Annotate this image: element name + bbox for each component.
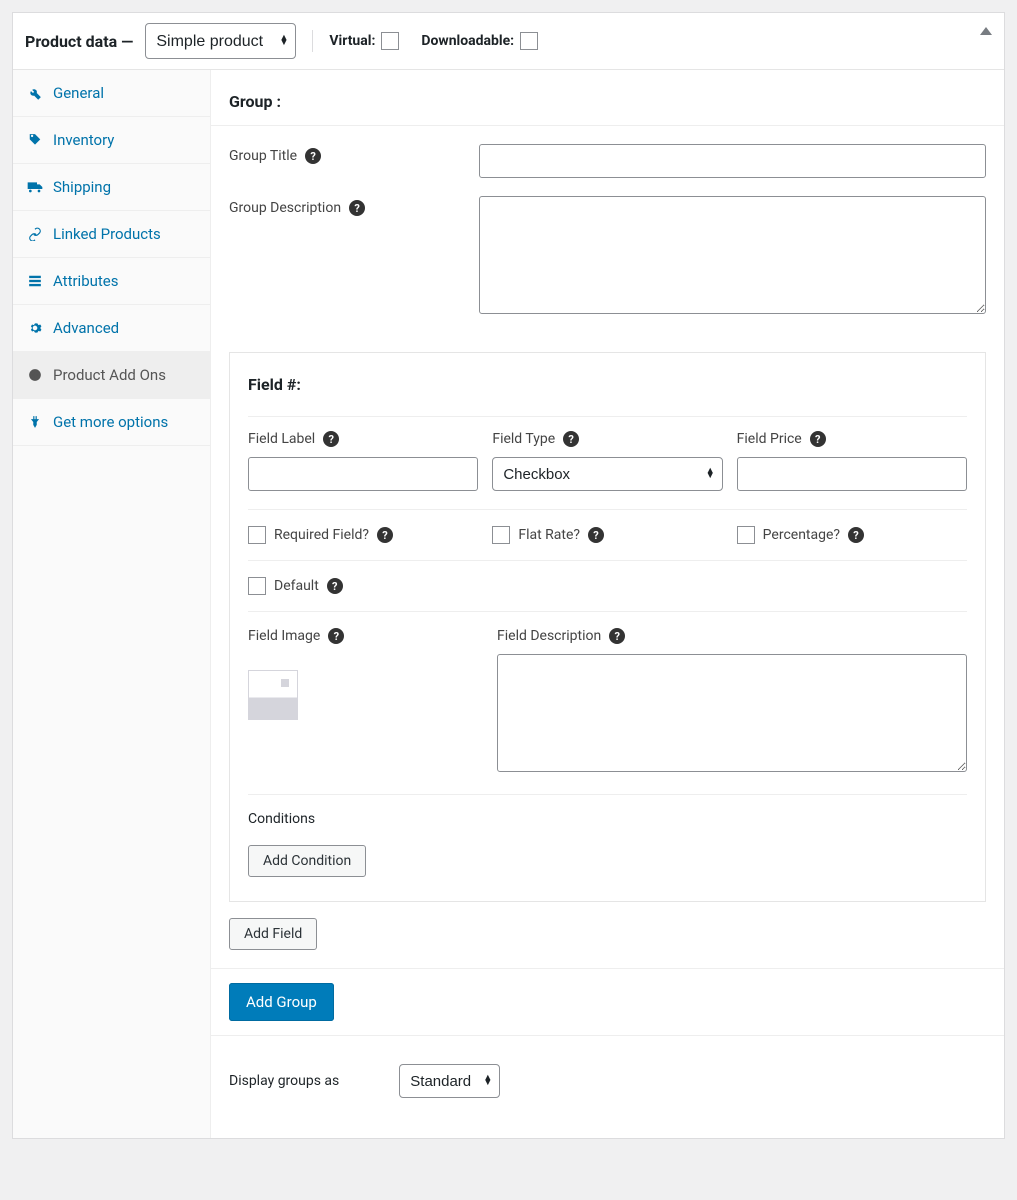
conditions-label: Conditions xyxy=(248,811,967,827)
divider xyxy=(312,30,313,52)
help-icon[interactable]: ? xyxy=(848,527,864,543)
virtual-checkbox[interactable] xyxy=(381,32,399,50)
virtual-toggle: Virtual: xyxy=(329,32,399,50)
tab-label: Inventory xyxy=(53,131,114,149)
tab-attributes[interactable]: Attributes xyxy=(13,258,210,305)
flat-rate-row: Flat Rate? ? xyxy=(492,526,722,544)
display-groups-select-wrap[interactable]: Standard ▲▼ xyxy=(399,1064,500,1098)
group-description-textarea[interactable] xyxy=(479,196,986,314)
help-icon[interactable]: ? xyxy=(349,200,365,216)
flat-rate-checkbox[interactable] xyxy=(492,526,510,544)
field-label-label: Field Label ? xyxy=(248,431,478,447)
plus-circle-icon xyxy=(27,368,43,382)
field-heading: Field #: xyxy=(248,353,967,416)
tab-product-add-ons[interactable]: Product Add Ons xyxy=(13,352,210,399)
help-icon[interactable]: ? xyxy=(327,578,343,594)
display-groups-select[interactable]: Standard xyxy=(399,1064,500,1098)
percentage-row: Percentage? ? xyxy=(737,526,967,544)
virtual-label: Virtual: xyxy=(329,33,375,49)
wrench-icon xyxy=(27,86,43,100)
product-type-select[interactable]: Simple product xyxy=(145,23,296,59)
display-groups-label: Display groups as xyxy=(229,1073,339,1089)
group-description-label: Group Description ? xyxy=(229,196,479,216)
product-data-sidebar: General Inventory Shipping Linked Produc… xyxy=(13,70,211,1138)
default-checkbox[interactable] xyxy=(248,577,266,595)
group-title-label: Group Title ? xyxy=(229,144,479,164)
help-icon[interactable]: ? xyxy=(377,527,393,543)
tab-label: Shipping xyxy=(53,178,111,196)
panel-header: Product data — Simple product ▲▼ Virtual… xyxy=(13,13,1004,70)
field-label-input[interactable] xyxy=(248,457,478,491)
gear-icon xyxy=(27,321,43,335)
help-icon[interactable]: ? xyxy=(588,527,604,543)
help-icon[interactable]: ? xyxy=(328,628,344,644)
tab-general[interactable]: General xyxy=(13,70,210,117)
group-heading: Group : xyxy=(211,70,1004,126)
tab-label: General xyxy=(53,84,104,102)
field-type-label: Field Type ? xyxy=(492,431,722,447)
field-price-label: Field Price ? xyxy=(737,431,967,447)
group-title-input[interactable] xyxy=(479,144,986,178)
link-icon xyxy=(27,227,43,241)
downloadable-toggle: Downloadable: xyxy=(421,32,538,50)
addon-content: Group : Group Title ? Group Description … xyxy=(211,70,1004,1138)
tab-label: Advanced xyxy=(53,319,119,337)
image-placeholder-icon[interactable] xyxy=(248,670,298,720)
help-icon[interactable]: ? xyxy=(810,431,826,447)
tab-shipping[interactable]: Shipping xyxy=(13,164,210,211)
default-row: Default ? xyxy=(248,577,967,595)
field-panel: Field #: Field Label ? Field Type ? xyxy=(229,352,986,902)
required-field-checkbox[interactable] xyxy=(248,526,266,544)
field-type-select-wrap[interactable]: Checkbox ▲▼ xyxy=(492,457,722,491)
collapse-icon[interactable] xyxy=(980,27,992,35)
tab-label: Attributes xyxy=(53,272,119,290)
required-field-row: Required Field? ? xyxy=(248,526,478,544)
field-type-select[interactable]: Checkbox xyxy=(492,457,722,491)
percentage-checkbox[interactable] xyxy=(737,526,755,544)
field-description-textarea[interactable] xyxy=(497,654,967,772)
field-description-label: Field Description ? xyxy=(497,628,967,644)
truck-icon xyxy=(27,180,43,194)
add-field-button[interactable]: Add Field xyxy=(229,918,317,950)
add-group-button[interactable]: Add Group xyxy=(229,983,334,1021)
tab-label: Product Add Ons xyxy=(53,366,166,384)
field-image-label: Field Image ? xyxy=(248,628,483,644)
help-icon[interactable]: ? xyxy=(609,628,625,644)
help-icon[interactable]: ? xyxy=(305,148,321,164)
add-condition-button[interactable]: Add Condition xyxy=(248,845,366,877)
plugin-icon xyxy=(27,415,43,429)
tab-linked-products[interactable]: Linked Products xyxy=(13,211,210,258)
panel-title: Product data — xyxy=(25,32,133,51)
downloadable-checkbox[interactable] xyxy=(520,32,538,50)
field-price-input[interactable] xyxy=(737,457,967,491)
tab-inventory[interactable]: Inventory xyxy=(13,117,210,164)
product-type-select-wrap[interactable]: Simple product ▲▼ xyxy=(145,23,296,59)
product-data-panel: Product data — Simple product ▲▼ Virtual… xyxy=(12,12,1005,1139)
tab-label: Linked Products xyxy=(53,225,161,243)
tag-icon xyxy=(27,133,43,147)
list-icon xyxy=(27,274,43,288)
tab-label: Get more options xyxy=(53,413,168,431)
help-icon[interactable]: ? xyxy=(323,431,339,447)
tab-get-more-options[interactable]: Get more options xyxy=(13,399,210,446)
downloadable-label: Downloadable: xyxy=(421,33,514,49)
help-icon[interactable]: ? xyxy=(563,431,579,447)
tab-advanced[interactable]: Advanced xyxy=(13,305,210,352)
